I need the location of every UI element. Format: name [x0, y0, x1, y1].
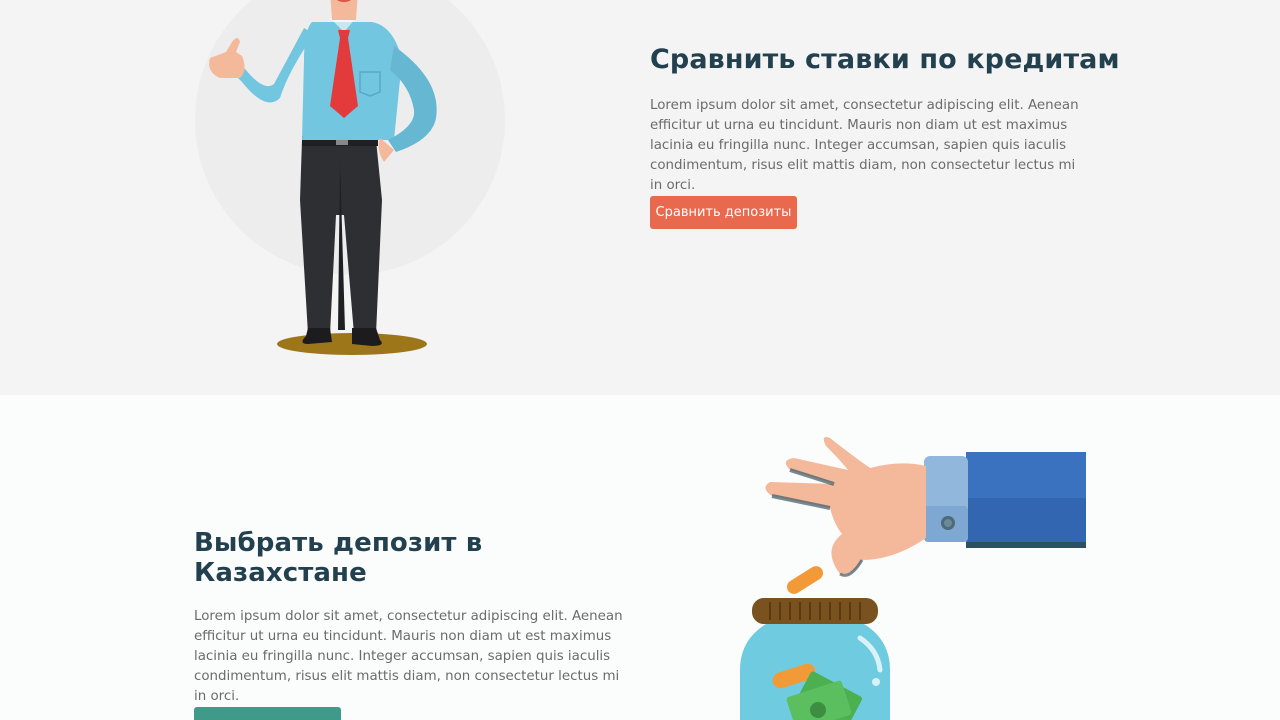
section-title: Сравнить ставки по кредитам: [650, 44, 1120, 75]
section-description: Lorem ipsum dolor sit amet, consectetur …: [194, 609, 623, 704]
loan-rates-section: Сравнить ставки по кредитам Lorem ipsum …: [0, 0, 1280, 395]
choose-deposit-button[interactable]: [194, 707, 341, 720]
choose-deposit-section: Выбрать депозит в Казахстане Lorem ipsum…: [0, 395, 1280, 720]
businessman-illustration: [195, 0, 505, 355]
hand-coin-jar-illustration: [740, 437, 1086, 720]
compare-deposits-button[interactable]: Сравнить депозиты: [650, 196, 797, 229]
section-description: Lorem ipsum dolor sit amet, consectetur …: [650, 98, 1079, 193]
section-title: Выбрать депозит в Казахстане: [194, 528, 483, 588]
